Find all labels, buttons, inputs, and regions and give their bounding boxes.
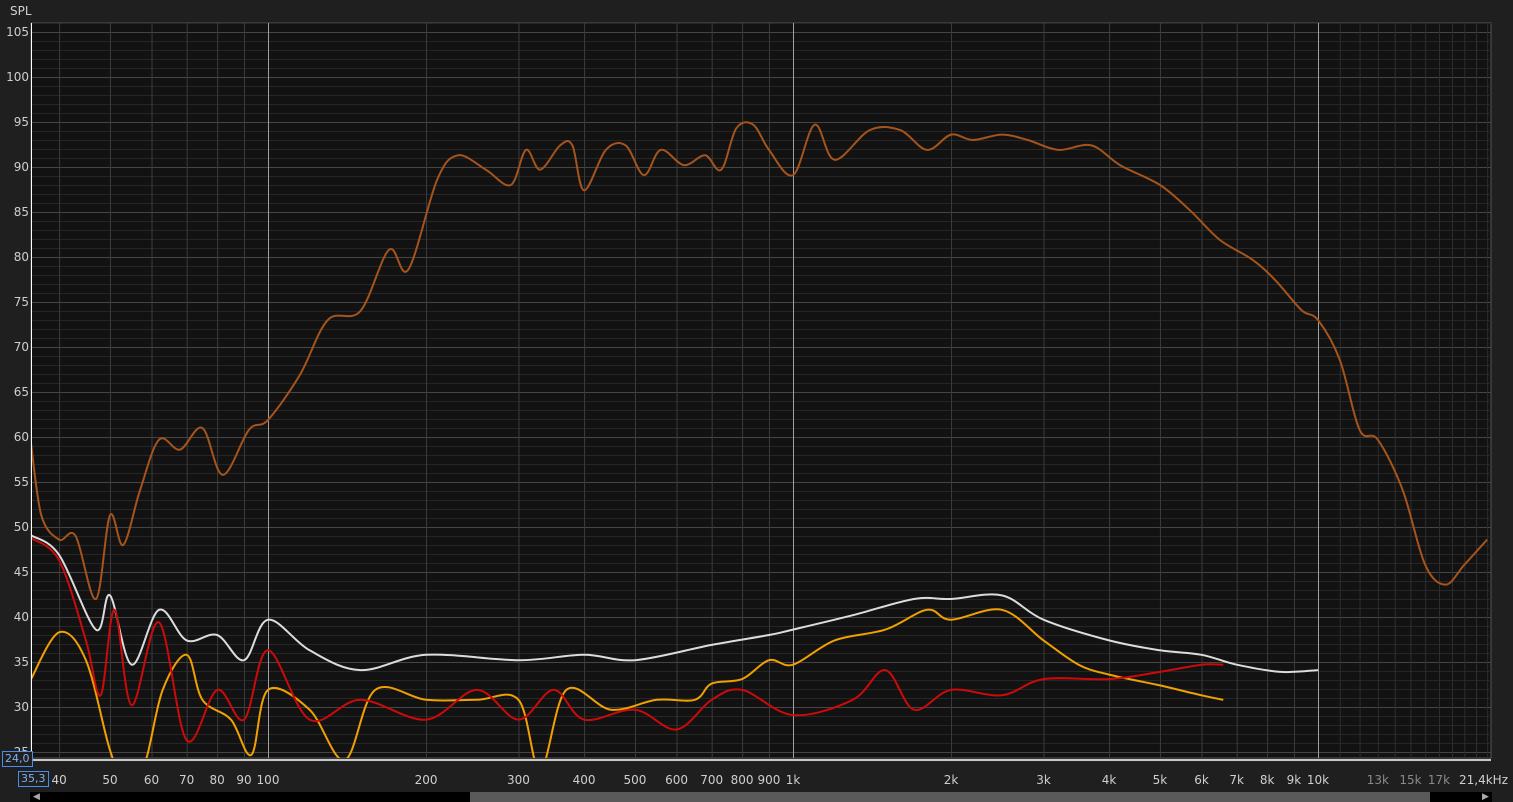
x-tick-label: 3k bbox=[1036, 773, 1051, 787]
y-tick-label: 50 bbox=[14, 520, 29, 534]
scroll-left-icon[interactable]: ◀ bbox=[33, 792, 40, 802]
horizontal-scrollbar[interactable] bbox=[30, 792, 1492, 802]
x-tick-label: 80 bbox=[209, 773, 224, 787]
scroll-right-icon[interactable]: ▶ bbox=[1482, 792, 1489, 802]
y-tick-label: 55 bbox=[14, 475, 29, 489]
x-tick-label: 50 bbox=[102, 773, 117, 787]
freq-cursor-readout: 35,3 bbox=[18, 771, 49, 787]
x-tick-label: 15k bbox=[1399, 773, 1421, 787]
x-tick-label: 100 bbox=[257, 773, 280, 787]
y-tick-label: 35 bbox=[14, 655, 29, 669]
x-tick-label: 4k bbox=[1102, 773, 1117, 787]
y-tick-label: 85 bbox=[14, 205, 29, 219]
x-tick-label: 13k bbox=[1367, 773, 1389, 787]
y-tick-label: 65 bbox=[14, 385, 29, 399]
y-tick-label: 60 bbox=[14, 430, 29, 444]
x-tick-label: 7k bbox=[1229, 773, 1244, 787]
y-tick-label: 40 bbox=[14, 610, 29, 624]
y-tick-label: 105 bbox=[6, 25, 29, 39]
x-tick-label: 2k bbox=[944, 773, 959, 787]
x-tick-label: 90 bbox=[236, 773, 251, 787]
scrollbar-thumb[interactable] bbox=[470, 792, 1430, 802]
x-tick-label: 6k bbox=[1194, 773, 1209, 787]
x-tick-label: 9k bbox=[1287, 773, 1302, 787]
x-tick-label: 700 bbox=[700, 773, 723, 787]
x-tick-label: 800 bbox=[731, 773, 754, 787]
x-tick-label: 500 bbox=[624, 773, 647, 787]
x-tick-label: 300 bbox=[507, 773, 530, 787]
x-tick-label: 70 bbox=[179, 773, 194, 787]
y-axis-title: SPL bbox=[10, 4, 32, 18]
y-tick-label: 70 bbox=[14, 340, 29, 354]
y-tick-label: 100 bbox=[6, 70, 29, 84]
x-tick-label: 17k bbox=[1428, 773, 1450, 787]
x-tick-label: 60 bbox=[144, 773, 159, 787]
y-tick-label: 95 bbox=[14, 115, 29, 129]
x-tick-label: 8k bbox=[1260, 773, 1275, 787]
y-tick-label: 45 bbox=[14, 565, 29, 579]
plot-area bbox=[30, 22, 1492, 759]
x-tick-label: 200 bbox=[415, 773, 438, 787]
spl-cursor-readout: 24,0 bbox=[2, 751, 33, 767]
x-tick-label: 1k bbox=[786, 773, 801, 787]
x-tick-label: 400 bbox=[573, 773, 596, 787]
x-tick-label: 600 bbox=[665, 773, 688, 787]
y-tick-label: 80 bbox=[14, 250, 29, 264]
frequency-response-chart[interactable]: 1051009590858075706560555045403530254050… bbox=[0, 0, 1513, 802]
x-tick-label: 10k bbox=[1307, 773, 1329, 787]
x-tick-label: 21,4kHz bbox=[1459, 773, 1508, 787]
x-tick-label: 5k bbox=[1153, 773, 1168, 787]
y-tick-label: 75 bbox=[14, 295, 29, 309]
x-tick-label: 900 bbox=[758, 773, 781, 787]
y-tick-label: 90 bbox=[14, 160, 29, 174]
x-tick-label: 40 bbox=[51, 773, 66, 787]
y-tick-label: 30 bbox=[14, 700, 29, 714]
